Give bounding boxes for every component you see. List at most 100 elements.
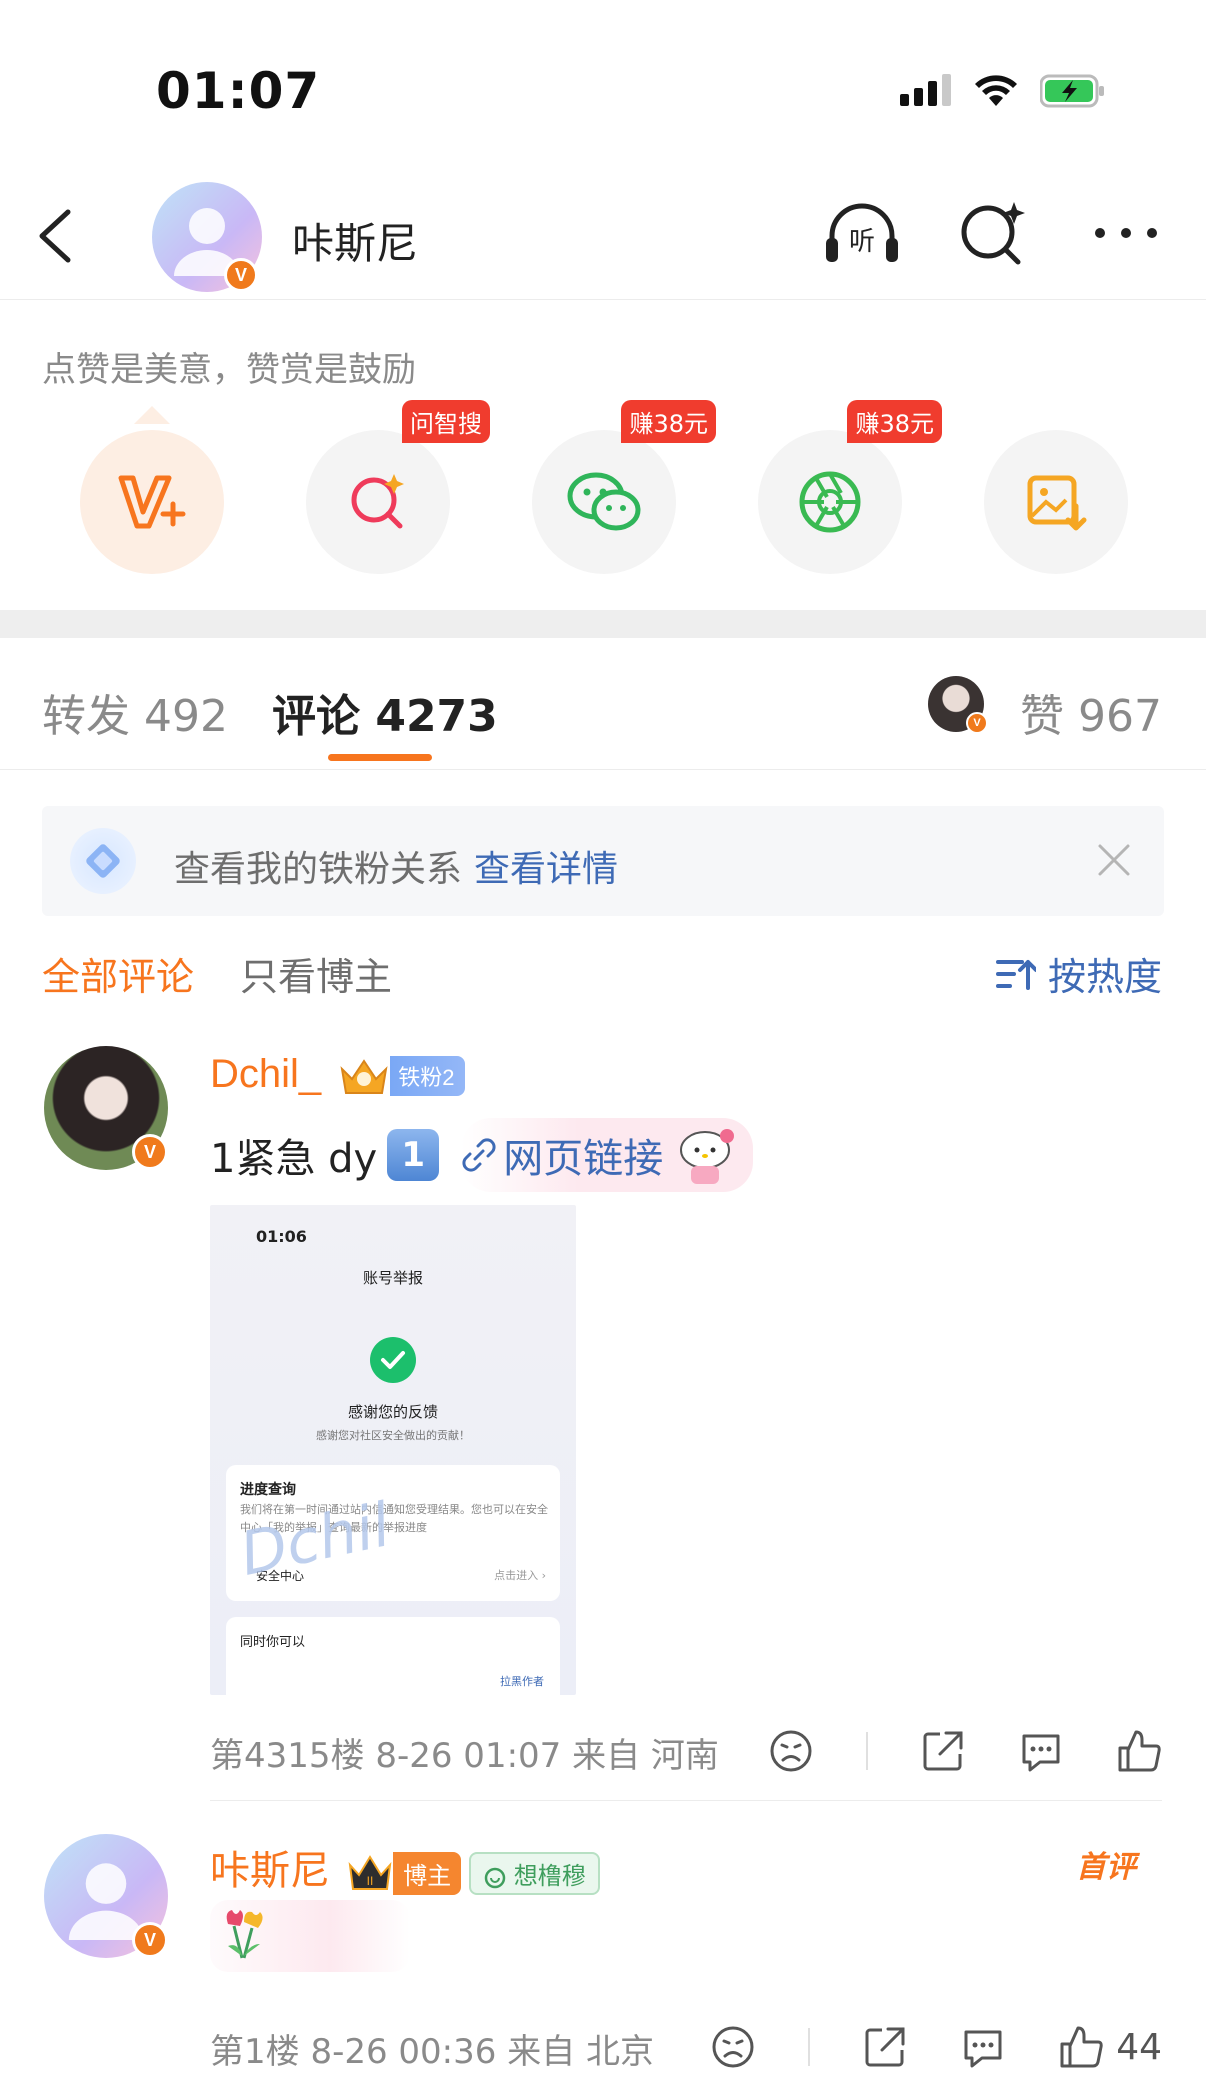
blogger-badge: 博主 [393,1851,462,1895]
comment-filter-row: 全部评论 只看博主 按热度 [0,940,1206,1000]
topic-badge[interactable]: 想橹穆 [469,1851,600,1895]
ai-search-icon [961,202,1025,265]
screenshot-time: 01:06 [256,1227,307,1246]
author-name[interactable]: 咔斯尼 [292,210,418,271]
status-bar: 01:07 [0,0,1206,160]
wifi-icon [975,75,1017,106]
share-icon[interactable] [920,1728,966,1774]
crown-icon [340,1059,388,1095]
ai-search-button[interactable] [954,198,1034,268]
reward-tag: 赚38元 [847,400,942,443]
svg-text:听: 听 [849,227,875,257]
tab-comments-label: 评论 [272,691,360,742]
wechat-icon [567,472,641,531]
vplus-icon [118,475,186,529]
screenshot-thanks: 感谢您的反馈 [347,1403,438,1421]
comment-actions [768,1728,1162,1774]
verified-badge: V [132,1922,168,1958]
reward-tip: 点赞是美意，赞赏是鼓励 [42,350,416,390]
back-button[interactable] [30,204,80,268]
screenshot-also: 同时你可以 [240,1635,306,1650]
share-icon[interactable] [862,2024,908,2070]
header-actions: 听 [822,198,1166,268]
save-image-icon [1027,475,1087,531]
fan-banner-link[interactable]: 查看详情 [474,849,618,890]
signal-icon [900,74,951,106]
tab-comments-count: 4273 [375,691,498,742]
sort-icon [995,959,1036,990]
topic-badge-label: 想橹穆 [513,1862,586,1890]
sort-label: 按热度 [1047,955,1162,999]
more-button[interactable] [1086,198,1166,268]
screenshot-progress-title: 进度查询 [240,1482,296,1498]
dislike-icon[interactable] [710,2024,756,2070]
fan-banner-label: 查看我的铁粉关系 [174,849,463,890]
close-icon[interactable] [1094,840,1134,880]
filter-blogger-only[interactable]: 只看博主 [240,946,392,1001]
kitty-sticker-icon [680,1129,735,1184]
keycap-emoji: 1 [387,1129,440,1181]
listen-icon: 听 [826,203,898,262]
comment-actions: 44 [710,2024,1162,2070]
ai-search-color-icon [351,474,404,529]
comment-meta: 第4315楼 8-26 01:07 来自 河南 [210,1736,719,1776]
reward-caret [134,406,170,424]
commenter-name[interactable]: Dchil_ [210,1052,321,1096]
verified-badge: V [966,712,988,734]
flower-sticker [210,1900,410,1972]
tab-forward[interactable]: 转发 492 [42,680,228,744]
like-count: 44 [1116,2026,1162,2068]
battery-charging-icon [1040,74,1104,108]
tulip-emoji-icon [226,1910,263,1959]
reward-section: 点赞是美意，赞赏是鼓励 问智搜 赚38元 赚38元 [0,300,1206,610]
screenshot-also-card: 同时你可以 拉黑作者 [226,1617,560,1695]
status-icons [900,74,1106,108]
dislike-icon[interactable] [768,1728,814,1774]
ai-search-share-button[interactable]: 问智搜 [306,400,490,574]
web-link-label: 网页链接 [503,1136,664,1182]
sort-button[interactable]: 按热度 [995,946,1162,1001]
tab-forward-label: 转发 [42,691,130,742]
moments-share-button[interactable]: 赚38元 [758,400,942,574]
tab-active-indicator [328,754,432,761]
tab-comments[interactable]: 评论 4273 [272,680,498,744]
lollipop-icon [484,1867,506,1888]
vplus-button[interactable] [80,430,224,574]
like-icon[interactable] [1116,1728,1162,1774]
commenter-name[interactable]: 咔斯尼 [210,1849,330,1893]
listen-button[interactable]: 听 [822,198,902,268]
verified-badge: V [224,258,258,292]
save-image-button[interactable] [984,430,1128,574]
nav-header: V 咔斯尼 听 [0,170,1206,300]
commenter-name-row: Dchil_ 铁粉2 [210,1052,465,1097]
link-icon [462,1138,496,1172]
diamond-icon [70,828,136,894]
first-comment-tag: 首评 [1076,1850,1136,1885]
filter-all-comments[interactable]: 全部评论 [42,946,194,1001]
action-separator [866,1732,868,1770]
comment-divider [210,1800,1162,1801]
comment-meta: 第1楼 8-26 00:36 来自 北京 [210,2032,655,2072]
svg-text:II: II [367,1874,374,1888]
fan-level-badge: 铁粉2 [390,1056,465,1097]
reward-row: 问智搜 赚38元 赚38元 [80,400,1128,574]
screenshot-block: 拉黑作者 [500,1675,544,1688]
tab-likes-label: 赞 [1020,691,1065,742]
check-icon [370,1337,416,1383]
tab-likes[interactable]: 赞 967 [1020,680,1162,744]
reply-icon[interactable] [960,2024,1006,2070]
web-link[interactable]: 网页链接 [461,1118,754,1192]
fan-relation-banner[interactable]: 查看我的铁粉关系 查看详情 [42,806,1164,916]
commenter-name-row: 咔斯尼 II 博主 想橹穆 [210,1838,600,1896]
comment-text-prefix: 1紧急 dy [210,1136,378,1182]
comment-image[interactable]: 01:06 账号举报 感谢您的反馈 感谢您对社区安全做出的贡献！ 进度查询 我们… [210,1205,576,1695]
verified-badge: V [132,1134,168,1170]
screenshot-subtitle: 感谢您对社区安全做出的贡献！ [316,1429,470,1442]
wechat-share-button[interactable]: 赚38元 [532,400,716,574]
screenshot-enter: 点击进入 › [494,1569,546,1582]
reply-icon[interactable] [1018,1728,1064,1774]
tab-forward-count: 492 [144,691,228,742]
comment-text: 1紧急 dy 1 网页链接 [210,1118,754,1192]
reward-tag: 赚38元 [621,400,716,443]
like-icon[interactable] [1058,2024,1104,2070]
